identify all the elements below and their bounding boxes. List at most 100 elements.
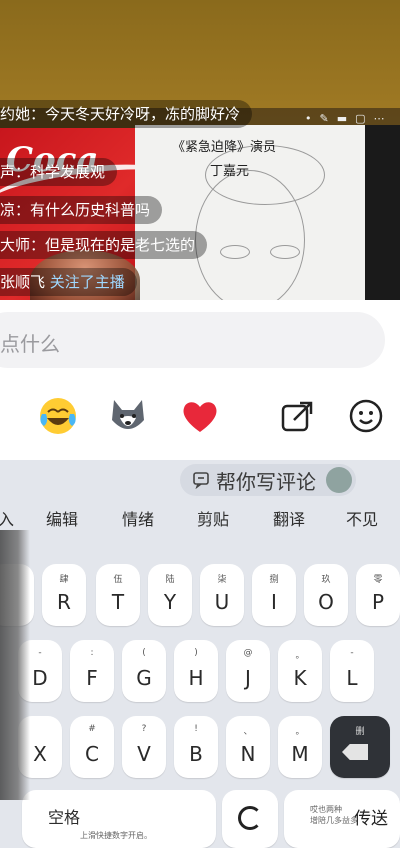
key-label: F [86, 666, 98, 690]
comment-panel: 点什么 [0, 300, 400, 460]
send-hint: 哎也两种 增陪几多益多 [310, 805, 358, 825]
key-sub: 删 [355, 727, 365, 737]
comment-text: 今天冬天好冷呀，冻的脚好冷 [45, 105, 241, 123]
tears-of-joy-emoji[interactable] [38, 396, 78, 436]
red-heart-emoji[interactable] [180, 396, 220, 436]
key-sub: 捌 [269, 575, 279, 585]
key-sub: ( [142, 648, 146, 658]
key-c[interactable]: # C [70, 716, 114, 778]
key-f[interactable]: : F [70, 640, 114, 702]
comment-nick: 凉： [0, 201, 31, 219]
emoji-bar [0, 390, 400, 446]
key-sub: - [350, 648, 354, 658]
key-g[interactable]: ( G [122, 640, 166, 702]
comment-text: 但是现在的是老七选的 [45, 236, 196, 254]
key-label: I [271, 590, 277, 614]
key-l[interactable]: - L [330, 640, 374, 702]
tool-input[interactable]: 入 [0, 506, 14, 530]
key-label: G [136, 666, 152, 690]
live-comment: 声：科学发展观 [0, 158, 118, 186]
space-hint: 上滑快捷数字开启。 [80, 831, 152, 840]
key-m[interactable]: 。 M [278, 716, 322, 778]
ime-keyboard: 帮你写评论 入 编辑 情绪 剪贴 翻译 不见 肆 R 伍 T 陆 Y 柒 U 捌… [0, 460, 400, 848]
key-sub: ? [141, 724, 147, 734]
comment-input[interactable]: 点什么 [0, 312, 385, 368]
backspace-icon [342, 744, 368, 760]
ai-write-comment-button[interactable]: 帮你写评论 [180, 464, 356, 496]
key-o[interactable]: 玖 O [304, 564, 348, 626]
tool-hide[interactable]: 不见 [346, 506, 378, 530]
key-label: T [111, 590, 125, 614]
key-sub: ! [194, 724, 198, 734]
key-sub: 肆 [59, 575, 69, 585]
key-sub: 伍 [113, 575, 123, 585]
key-sub: @ [243, 648, 253, 658]
key-n[interactable]: 、 N [226, 716, 270, 778]
key-y[interactable]: 陆 Y [148, 564, 192, 626]
key-i[interactable]: 捌 I [252, 564, 296, 626]
pencil-icon[interactable]: ✎ [320, 112, 329, 125]
live-comment: 大师：但是现在的是老七选的 [0, 231, 208, 259]
tool-clipboard[interactable]: 剪贴 [197, 506, 229, 530]
ai-avatar-icon [326, 467, 352, 493]
key-label: L [346, 666, 358, 690]
share-icon[interactable] [280, 398, 316, 434]
key-label: P [371, 590, 385, 614]
key-p[interactable]: 零 P [356, 564, 400, 626]
drawing-toolbar: • ✎ ▬ ▢ ⋯ [305, 112, 385, 125]
key-label: B [189, 742, 203, 766]
comment-nick: 张顺飞 [0, 273, 46, 291]
key-t[interactable]: 伍 T [96, 564, 140, 626]
sketch-line [220, 245, 250, 259]
more-icon[interactable]: ⋯ [374, 112, 385, 125]
tool-edit[interactable]: 编辑 [46, 506, 78, 530]
space-key[interactable]: 空格 上滑快捷数字开启。 [22, 790, 216, 848]
keyboard-toolbar: 入 编辑 情绪 剪贴 翻译 不见 [0, 506, 400, 542]
key-h[interactable]: ) H [174, 640, 218, 702]
key-sub: 玖 [321, 575, 331, 585]
send-label: 传送 [354, 809, 388, 829]
live-comment: 凉：有什么历史科普吗 [0, 196, 163, 224]
key-u[interactable]: 柒 U [200, 564, 244, 626]
delete-key[interactable]: 删 [330, 716, 390, 778]
key-sub: : [90, 648, 94, 658]
key-label: U [214, 590, 230, 614]
key-label: N [240, 742, 256, 766]
key-label: K [293, 666, 307, 690]
key-sub: ) [194, 648, 198, 658]
key-label: H [188, 666, 204, 690]
tool-translate[interactable]: 翻译 [273, 506, 305, 530]
sketch-line [270, 245, 300, 259]
loading-icon [238, 806, 262, 830]
eraser-icon[interactable]: ▬ [337, 112, 347, 125]
husky-dog-emoji[interactable] [108, 396, 148, 436]
key-k[interactable]: 。 K [278, 640, 322, 702]
voice-key[interactable] [222, 790, 278, 848]
video-right-edge [365, 125, 400, 300]
comment-text: 有什么历史科普吗 [30, 201, 151, 219]
space-label: 空格 [48, 808, 81, 827]
sketch-title: 《紧急迫降》演员 [172, 140, 277, 155]
comment-follow-text: 关注了主播 [49, 273, 125, 291]
key-r[interactable]: 肆 R [42, 564, 86, 626]
key-j[interactable]: @ J [226, 640, 270, 702]
key-sub: 零 [373, 575, 383, 585]
comment-placeholder: 点什么 [0, 332, 60, 356]
finger-blur [0, 530, 30, 800]
tool-mood[interactable]: 情绪 [122, 506, 154, 530]
live-comment-follow: 张顺飞 关注了主播 [0, 268, 137, 296]
send-key[interactable]: 哎也两种 增陪几多益多 传送 [284, 790, 400, 848]
key-sub: 。 [295, 727, 305, 737]
comment-bubble-icon [193, 472, 209, 489]
key-b[interactable]: ! B [174, 716, 218, 778]
dots-icon[interactable]: • [305, 112, 312, 125]
key-label: J [245, 666, 251, 690]
key-label: V [137, 742, 151, 766]
key-label: Y [163, 590, 177, 614]
layers-icon[interactable]: ▢ [355, 112, 365, 125]
comment-nick: 约她： [0, 105, 46, 123]
emoji-picker-icon[interactable] [348, 398, 384, 434]
live-comment: 约她：今天冬天好冷呀，冻的脚好冷 [0, 100, 253, 128]
key-v[interactable]: ? V [122, 716, 166, 778]
key-label: R [57, 590, 71, 614]
